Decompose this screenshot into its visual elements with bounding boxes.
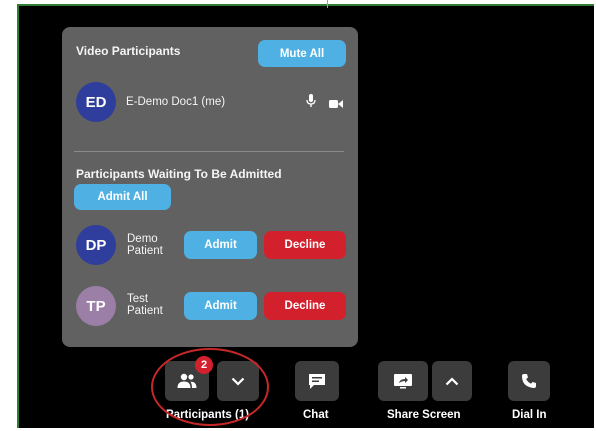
screen-share-icon xyxy=(394,374,412,389)
waiting-title: Participants Waiting To Be Admitted xyxy=(76,167,282,181)
highlight-circle xyxy=(151,348,269,426)
dial-in-label: Dial In xyxy=(512,409,547,421)
admit-button[interactable]: Admit xyxy=(184,292,257,320)
admit-all-button[interactable]: Admit All xyxy=(74,184,171,210)
share-screen-options-button[interactable] xyxy=(432,361,472,401)
participant-name-line2: Patient xyxy=(127,305,163,317)
chat-button[interactable] xyxy=(295,361,339,401)
admit-button[interactable]: Admit xyxy=(184,231,257,259)
dial-in-button[interactable] xyxy=(508,361,550,401)
top-divider xyxy=(327,0,328,8)
microphone-icon[interactable] xyxy=(306,94,316,113)
mute-all-button[interactable]: Mute All xyxy=(258,40,346,67)
share-screen-label: Share Screen xyxy=(387,409,461,421)
participant-name-me: E-Demo Doc1 (me) xyxy=(126,96,226,108)
decline-button[interactable]: Decline xyxy=(264,292,346,320)
section-divider xyxy=(74,151,344,152)
chevron-up-icon xyxy=(445,376,459,385)
participant-name-line1: Demo xyxy=(127,233,158,245)
avatar: TP xyxy=(76,286,116,326)
camera-icon[interactable] xyxy=(329,96,343,114)
avatar: DP xyxy=(76,225,116,265)
chat-icon xyxy=(309,373,325,389)
decline-button[interactable]: Decline xyxy=(264,231,346,259)
participant-name-line2: Patient xyxy=(127,245,163,257)
share-screen-button[interactable] xyxy=(378,361,428,401)
participants-panel: Video Participants Mute All ED E-Demo Do… xyxy=(62,27,358,347)
video-participants-title: Video Participants xyxy=(76,44,181,58)
avatar: ED xyxy=(76,82,116,122)
participant-name-line1: Test xyxy=(127,293,149,305)
phone-icon xyxy=(522,374,536,388)
chat-label: Chat xyxy=(303,409,329,421)
